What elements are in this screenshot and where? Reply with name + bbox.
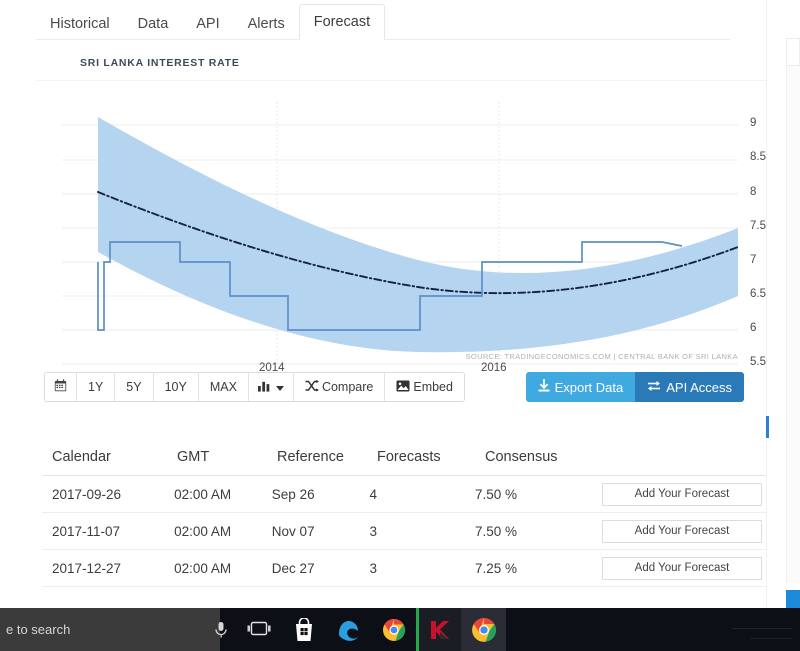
header-gmt: GMT — [177, 448, 210, 465]
tab-data[interactable]: Data — [123, 5, 183, 40]
tab-forecast[interactable]: Forecast — [298, 3, 386, 40]
range-button-group: 1Y 5Y 10Y MAX Compare Embed — [44, 372, 465, 402]
embed-button[interactable]: Embed — [385, 373, 464, 401]
cell-gmt: 02:00 AM — [174, 560, 232, 576]
taskbar-icons — [236, 608, 506, 651]
tab-historical[interactable]: Historical — [36, 5, 124, 40]
compare-button[interactable]: Compare — [293, 373, 386, 401]
table-row: 2017-12-27 02:00 AM Dec 27 3 7.25 % Add … — [42, 550, 766, 587]
chevron-down-icon — [275, 380, 284, 394]
cortana-mic-icon[interactable] — [212, 620, 230, 640]
screen: Historical Data API Alerts Forecast SRI … — [0, 0, 800, 651]
cell-reference: Sep 26 — [271, 486, 315, 502]
chart-actions: Export Data API Access — [525, 372, 744, 402]
system-tray[interactable] — [705, 608, 800, 651]
edge-browser-icon[interactable] — [326, 608, 371, 651]
cell-gmt: 02:00 AM — [174, 523, 232, 539]
forecast-table: Calendar GMT Reference Forecasts Consens… — [42, 438, 766, 587]
cell-consensus: 7.50 % — [475, 486, 518, 502]
gutter-box — [786, 38, 800, 66]
table-row: 2017-11-07 02:00 AM Nov 07 3 7.50 % Add … — [42, 513, 766, 550]
chart-type-dropdown-button[interactable] — [248, 373, 294, 401]
header-consensus: Consensus — [485, 448, 558, 465]
cell-calendar: 2017-11-07 — [52, 523, 121, 539]
chrome-browser-icon[interactable] — [371, 608, 416, 651]
y-tick-7-5: 7.5 — [750, 220, 766, 232]
y-tick-6-5: 6.5 — [750, 288, 766, 300]
export-data-button[interactable]: Export Data — [525, 372, 636, 402]
api-access-label: API Access — [666, 379, 732, 395]
image-icon — [396, 380, 410, 395]
export-data-label: Export Data — [554, 379, 624, 395]
cell-consensus: 7.50 % — [475, 523, 518, 539]
windows-taskbar: e to search — [0, 608, 800, 651]
header-reference: Reference — [277, 448, 344, 465]
cell-action: Add Your Forecast — [592, 519, 766, 543]
embed-label: Embed — [413, 380, 453, 394]
calendar-icon — [54, 379, 67, 395]
tab-bar: Historical Data API Alerts Forecast — [0, 0, 766, 40]
gutter-divider — [766, 0, 767, 608]
y-tick-6: 6 — [750, 322, 757, 334]
shuffle-icon — [305, 379, 319, 395]
chart-top-rule — [36, 80, 766, 81]
y-tick-9: 9 — [750, 117, 757, 129]
cell-gmt: 02:00 AM — [174, 486, 232, 502]
cell-consensus: 7.25 % — [475, 560, 518, 576]
tray-line-2 — [750, 638, 792, 639]
table-header-row: Calendar GMT Reference Forecasts Consens… — [42, 438, 766, 476]
right-gutter — [766, 0, 800, 608]
bar-chart-icon — [257, 380, 271, 395]
tab-alerts[interactable]: Alerts — [233, 5, 299, 40]
cell-forecasts: 3 — [369, 560, 378, 576]
y-tick-8: 8 — [750, 186, 757, 198]
task-view-icon[interactable] — [236, 608, 281, 651]
chart-card: SRI LANKA INTEREST RATE 9 8.5 8 7.5 7 6.… — [36, 40, 766, 374]
add-your-forecast-button[interactable]: Add Your Forecast — [601, 556, 762, 580]
cell-reference: Dec 27 — [271, 560, 315, 576]
table-row: 2017-09-26 02:00 AM Sep 26 4 7.50 % Add … — [42, 476, 766, 513]
range-max-button[interactable]: MAX — [198, 373, 249, 401]
range-1y-button[interactable]: 1Y — [77, 373, 116, 401]
api-access-button[interactable]: API Access — [635, 372, 744, 402]
y-tick-7: 7 — [750, 254, 757, 266]
confidence-band — [98, 117, 738, 353]
cell-action: Add Your Forecast — [592, 556, 766, 580]
chart-source: SOURCE: TRADINGECONOMICS.COM | CENTRAL B… — [465, 352, 738, 361]
compare-label: Compare — [321, 380, 374, 394]
scroll-thumb[interactable] — [766, 416, 769, 438]
cell-forecasts: 3 — [369, 523, 378, 539]
chrome-browser-active-icon[interactable] — [461, 608, 506, 651]
search-placeholder-text: e to search — [6, 622, 71, 637]
add-your-forecast-button[interactable]: Add Your Forecast — [601, 482, 762, 506]
range-5y-button[interactable]: 5Y — [115, 373, 154, 401]
header-calendar: Calendar — [52, 448, 111, 465]
tray-line-1 — [732, 628, 792, 629]
range-10y-button[interactable]: 10Y — [153, 373, 199, 401]
cell-calendar: 2017-12-27 — [52, 560, 122, 576]
microsoft-store-icon[interactable] — [281, 608, 326, 651]
chart-toolbar: 1Y 5Y 10Y MAX Compare Embed Export Data … — [36, 372, 766, 402]
tab-api[interactable]: API — [182, 5, 234, 40]
chart-title: SRI LANKA INTEREST RATE — [80, 57, 240, 69]
page-content: Historical Data API Alerts Forecast SRI … — [0, 0, 766, 608]
cell-calendar: 2017-09-26 — [52, 486, 122, 502]
chart-svg — [62, 102, 739, 365]
download-icon — [538, 379, 550, 395]
header-forecasts: Forecasts — [377, 448, 441, 465]
search-box[interactable]: e to search — [0, 608, 220, 651]
gutter-accent-bar — [786, 590, 800, 608]
forecast-chart[interactable]: 9 8.5 8 7.5 7 6.5 6 5.5 2014 2016 — [62, 82, 766, 374]
add-your-forecast-button[interactable]: Add Your Forecast — [601, 519, 762, 543]
y-tick-5-5: 5.5 — [750, 356, 766, 368]
cell-action: Add Your Forecast — [592, 482, 766, 506]
gutter-panel — [786, 38, 800, 583]
cell-forecasts: 4 — [369, 486, 378, 502]
cell-reference: Nov 07 — [271, 523, 315, 539]
tab-strip: Historical Data API Alerts Forecast — [36, 0, 386, 40]
y-tick-8-5: 8.5 — [750, 151, 766, 163]
kaspersky-icon[interactable] — [416, 608, 461, 651]
exchange-arrows-icon — [647, 380, 661, 395]
calendar-range-button[interactable] — [45, 373, 77, 401]
